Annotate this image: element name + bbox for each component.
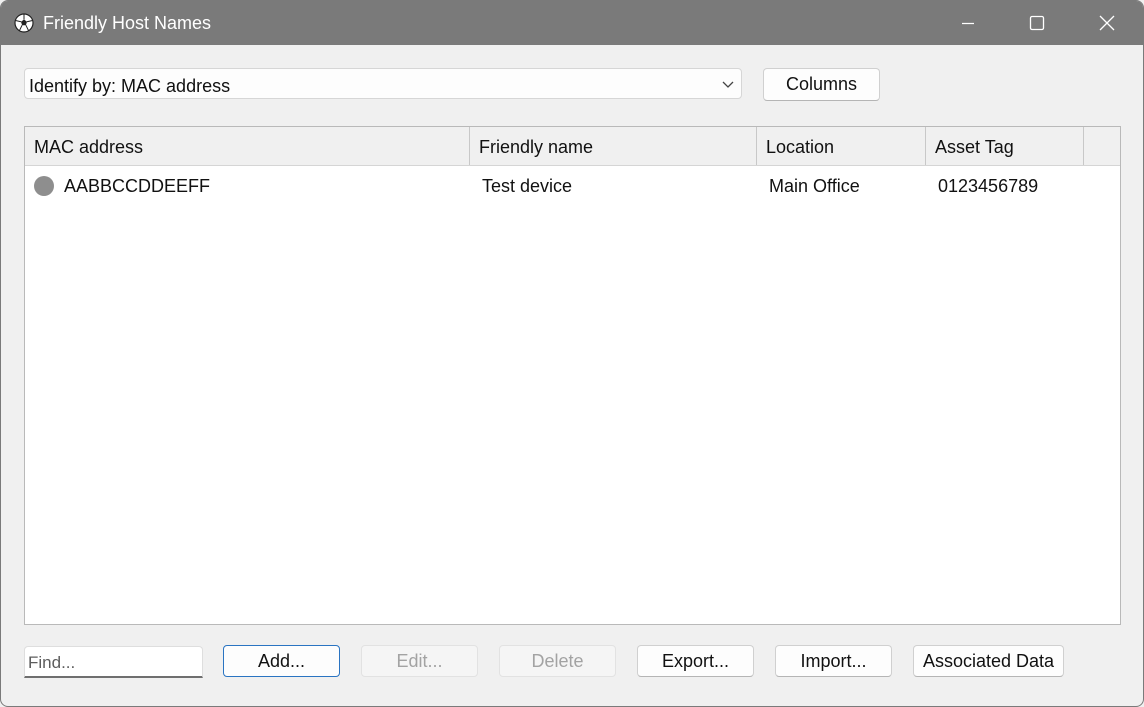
column-header-location[interactable]: Location [757,127,926,165]
edit-button[interactable]: Edit... [361,645,478,677]
host-names-table[interactable]: MAC address Friendly name Location Asset… [24,126,1121,625]
title-bar[interactable]: Friendly Host Names [1,1,1143,45]
chevron-down-icon [722,81,734,88]
minimize-icon [962,22,974,25]
minimize-button[interactable] [933,1,1003,45]
import-button[interactable]: Import... [775,645,892,677]
add-button[interactable]: Add... [223,645,340,677]
associated-data-button[interactable]: Associated Data [913,645,1064,677]
column-header-asset-tag[interactable]: Asset Tag [926,127,1084,165]
window-title: Friendly Host Names [43,13,212,33]
soccer-ball-icon [14,13,34,33]
cell-asset-tag: 0123456789 [938,176,1039,196]
column-header-friendly-name[interactable]: Friendly name [470,127,757,165]
cell-friendly-name: Test device [482,176,573,196]
maximize-button[interactable] [1002,1,1072,45]
table-row[interactable]: AABBCCDDEEFF Test device Main Office 012… [25,166,1120,206]
identify-by-value: Identify by: MAC address [29,76,231,96]
status-dot-icon [34,176,54,196]
maximize-icon [1029,15,1045,31]
export-button[interactable]: Export... [637,645,754,677]
columns-button[interactable]: Columns [763,68,880,101]
cell-mac-address: AABBCCDDEEFF [64,176,211,196]
column-header-mac-address[interactable]: MAC address [25,127,470,165]
close-button[interactable] [1072,1,1142,45]
identify-by-dropdown[interactable]: Identify by: MAC address [24,68,742,99]
find-input[interactable] [24,646,203,678]
table-header: MAC address Friendly name Location Asset… [25,127,1120,166]
cell-location: Main Office [769,176,860,196]
close-icon [1099,15,1115,31]
friendly-host-names-window: Friendly Host Names Identify by: MAC add… [0,0,1144,707]
delete-button[interactable]: Delete [499,645,616,677]
